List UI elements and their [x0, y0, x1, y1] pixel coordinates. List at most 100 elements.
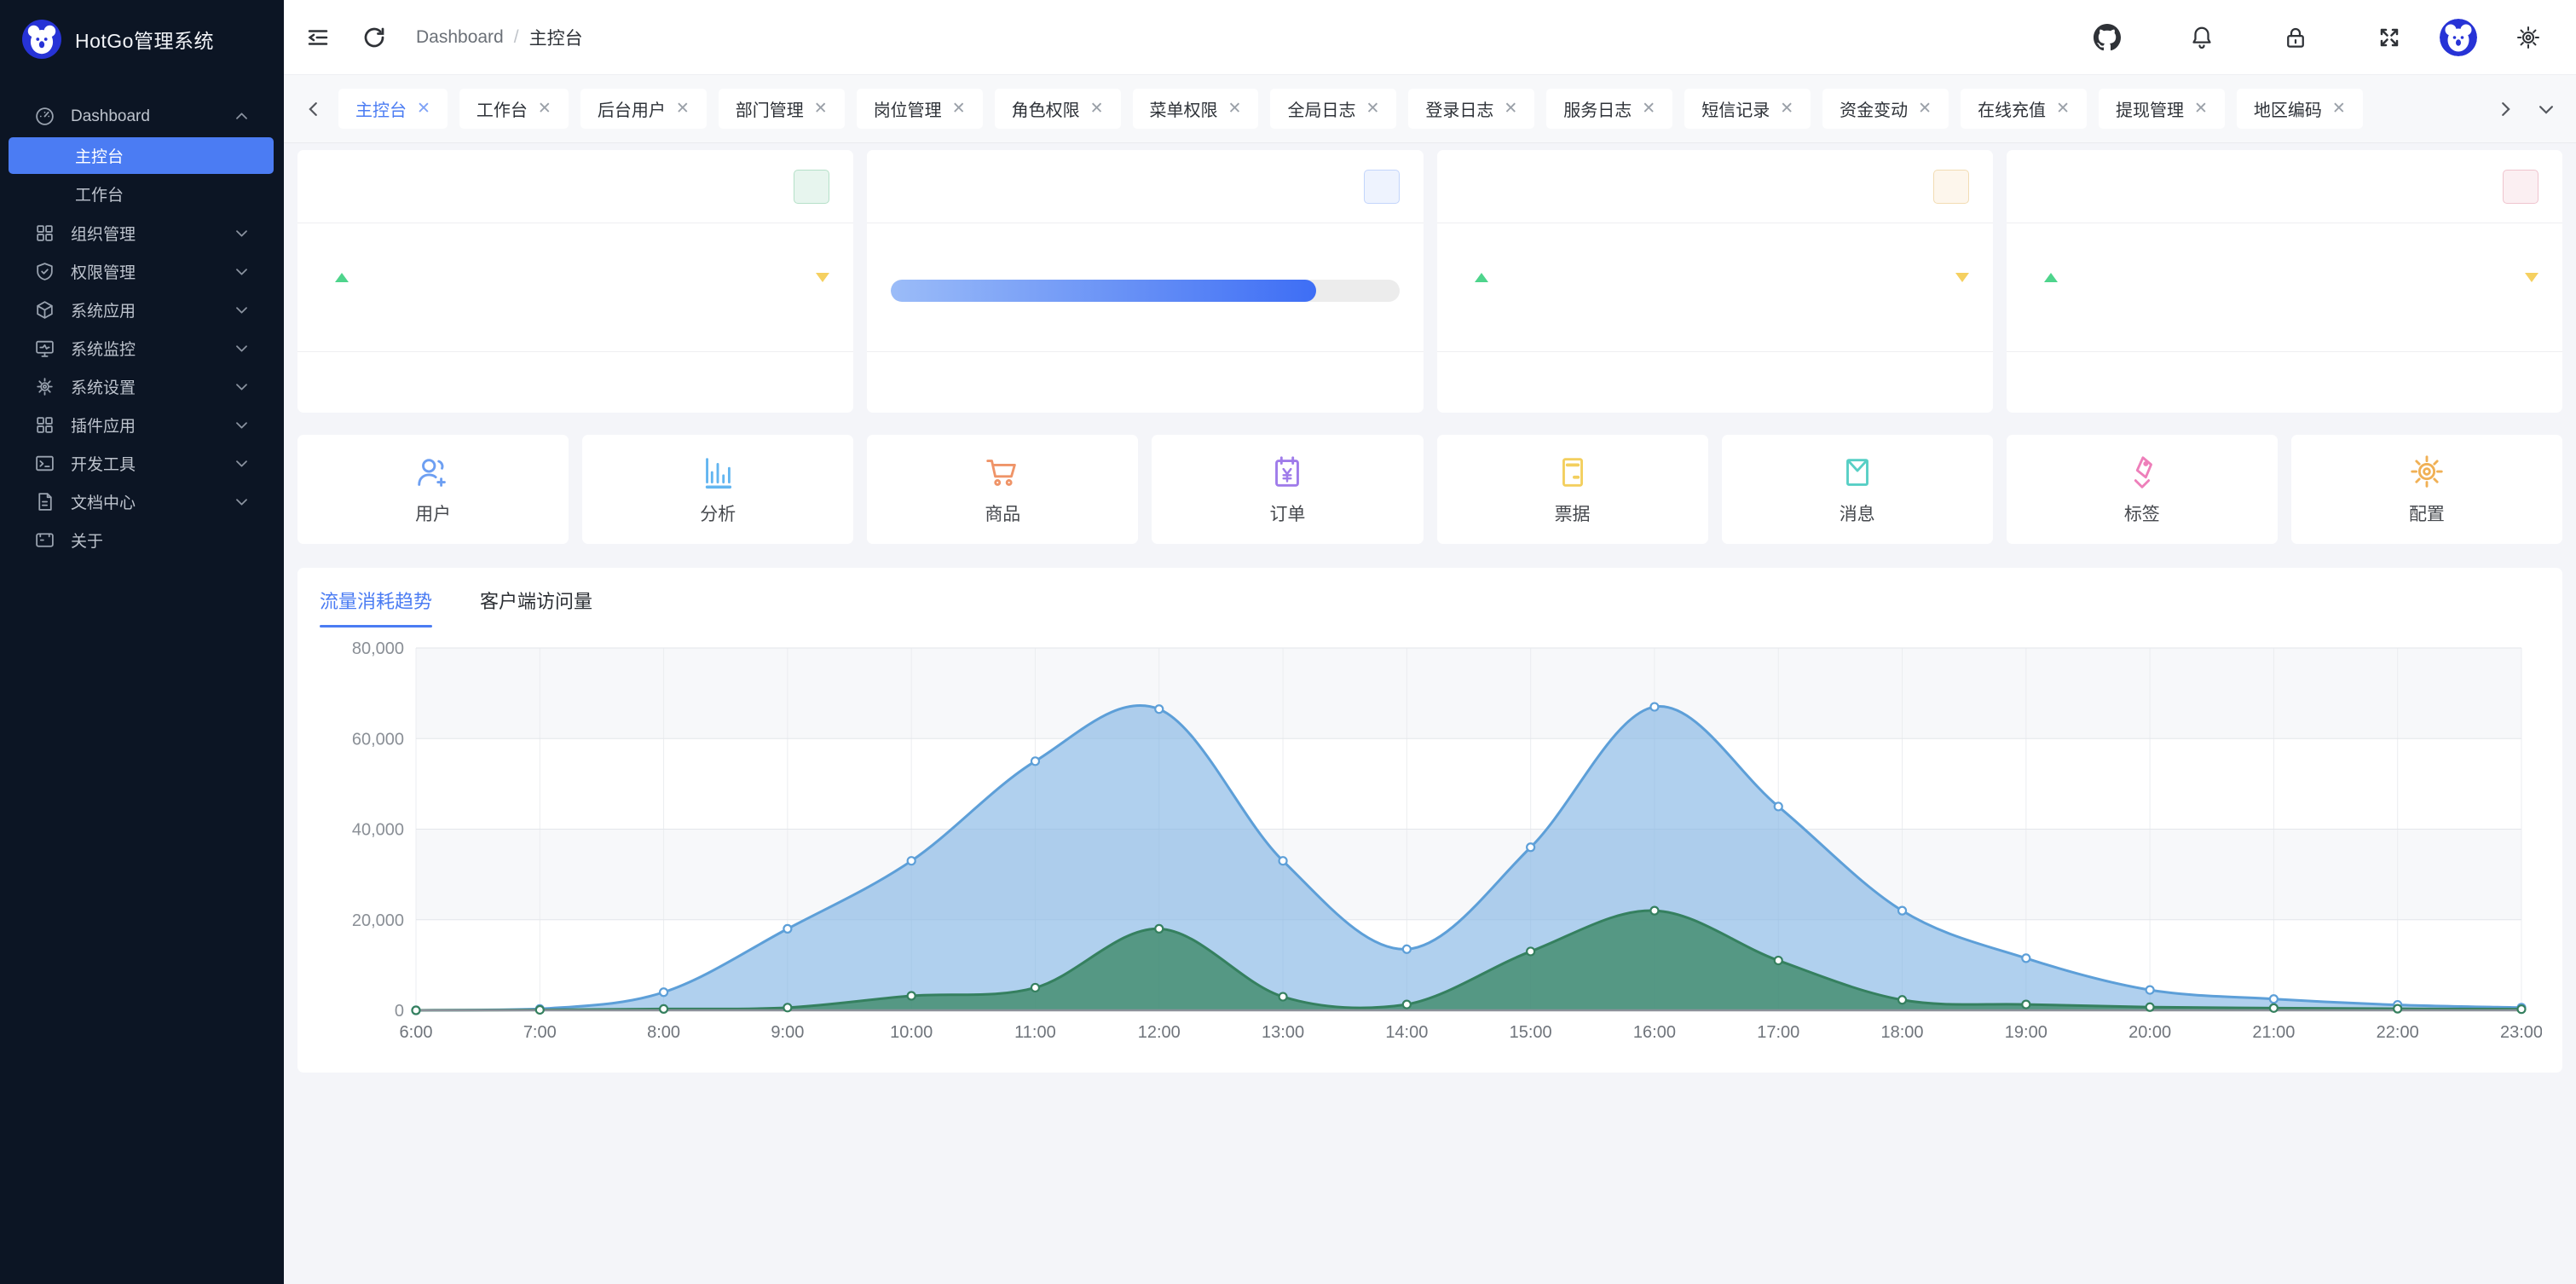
- breadcrumb-root[interactable]: Dashboard: [416, 27, 504, 48]
- logo-row[interactable]: HotGo管理系统: [0, 0, 284, 78]
- tab-全局日志[interactable]: 全局日志✕: [1270, 89, 1396, 129]
- tabs-scroll-right-icon[interactable]: [2496, 100, 2515, 119]
- tab-close-icon[interactable]: ✕: [538, 99, 552, 119]
- trend-down-icon: [1955, 273, 1969, 282]
- tab-close-icon[interactable]: ✕: [2056, 99, 2070, 119]
- stat-metrics: [321, 273, 829, 282]
- dashboard-icon: [34, 106, 56, 128]
- sidebar-item-系统应用[interactable]: 系统应用: [0, 291, 284, 329]
- tab-提现管理[interactable]: 提现管理✕: [2099, 89, 2225, 129]
- svg-text:16:00: 16:00: [1633, 1023, 1676, 1042]
- tab-close-icon[interactable]: ✕: [1642, 99, 1655, 119]
- sidebar-item-系统监控[interactable]: 系统监控: [0, 329, 284, 367]
- quick-action-label: 票据: [1555, 500, 1591, 526]
- sidebar-item-系统设置[interactable]: 系统设置: [0, 367, 284, 406]
- trend-up-icon: [335, 273, 349, 282]
- quick-action-票据[interactable]: 票据: [1437, 435, 1708, 544]
- quick-action-消息[interactable]: 消息: [1722, 435, 1993, 544]
- tab-close-icon[interactable]: ✕: [417, 99, 430, 119]
- tab-后台用户[interactable]: 后台用户✕: [580, 89, 707, 129]
- chevron-up-icon: [234, 108, 250, 124]
- tab-close-icon[interactable]: ✕: [1228, 99, 1242, 119]
- cube-icon: [34, 299, 56, 321]
- progress-fill: [891, 280, 1316, 302]
- quick-action-用户[interactable]: 用户: [297, 435, 569, 544]
- tab-close-icon[interactable]: ✕: [1366, 99, 1379, 119]
- tab-close-icon[interactable]: ✕: [2332, 99, 2346, 119]
- tab-部门管理[interactable]: 部门管理✕: [719, 89, 845, 129]
- fullscreen-icon[interactable]: [2377, 25, 2402, 50]
- svg-text:21:00: 21:00: [2252, 1023, 2295, 1042]
- tab-close-icon[interactable]: ✕: [1504, 99, 1517, 119]
- quick-action-商品[interactable]: 商品: [867, 435, 1138, 544]
- quick-action-label: 分析: [700, 500, 736, 526]
- quick-action-label: 订单: [1269, 500, 1305, 526]
- tab-角色权限[interactable]: 角色权限 ✕: [995, 89, 1121, 129]
- sidebar-item-文档中心[interactable]: 文档中心: [0, 483, 284, 521]
- sidebar-item-权限管理[interactable]: 权限管理: [0, 252, 284, 291]
- stat-card-body: [867, 223, 1423, 351]
- breadcrumb-current[interactable]: 主控台: [529, 25, 583, 50]
- sidebar-subitem-工作台[interactable]: 工作台: [9, 176, 274, 212]
- tabs-scroll-left-icon[interactable]: [304, 100, 323, 119]
- tab-close-icon[interactable]: ✕: [952, 99, 966, 119]
- quick-action-订单[interactable]: 订单: [1152, 435, 1423, 544]
- svg-text:6:00: 6:00: [400, 1023, 433, 1042]
- sidebar-item-开发工具[interactable]: 开发工具: [0, 444, 284, 483]
- sidebar-item-Dashboard[interactable]: Dashboard: [0, 97, 284, 136]
- chevron-down-icon: [234, 494, 250, 510]
- stat-card-footer: [1437, 351, 1993, 413]
- stat-card-提现佣金: [2007, 150, 2562, 413]
- tab-服务日志[interactable]: 服务日志✕: [1546, 89, 1672, 129]
- tab-label: 工作台: [477, 96, 528, 121]
- tab-岗位管理[interactable]: 岗位管理✕: [857, 89, 983, 129]
- tab-close-icon[interactable]: ✕: [1918, 99, 1932, 119]
- period-badge: [1364, 170, 1400, 204]
- user-avatar[interactable]: [2440, 19, 2477, 56]
- tab-在线充值[interactable]: 在线充值✕: [1961, 89, 2087, 129]
- tab-资金变动[interactable]: 资金变动✕: [1822, 89, 1949, 129]
- sidebar-item-组织管理[interactable]: 组织管理: [0, 214, 284, 252]
- tab-工作台[interactable]: 工作台 ✕: [459, 89, 569, 129]
- settings-gear-icon[interactable]: [2515, 24, 2542, 51]
- tab-close-icon[interactable]: ✕: [1090, 99, 1104, 119]
- tab-菜单权限[interactable]: 菜单权限✕: [1133, 89, 1259, 129]
- chevron-down-icon: [234, 340, 250, 356]
- tab-close-icon[interactable]: ✕: [676, 99, 690, 119]
- svg-text:12:00: 12:00: [1138, 1023, 1181, 1042]
- chart-tab-客户端访问量[interactable]: 客户端访问量: [480, 587, 592, 628]
- tab-主控台[interactable]: 主控台✕: [338, 89, 448, 129]
- sidebar-item-插件应用[interactable]: 插件应用: [0, 406, 284, 444]
- tab-登录日志[interactable]: 登录日志✕: [1408, 89, 1534, 129]
- quick-action-标签[interactable]: 标签: [2007, 435, 2278, 544]
- tab-label: 角色权限: [1012, 96, 1080, 121]
- collapse-sidebar-icon[interactable]: [305, 25, 331, 50]
- trend-up-icon: [2044, 273, 2058, 282]
- quick-action-配置[interactable]: 配置: [2291, 435, 2562, 544]
- chart-tab-流量消耗趋势[interactable]: 流量消耗趋势: [320, 587, 432, 628]
- sidebar: HotGo管理系统 Dashboard主控台工作台组织管理权限管理系统应用系统监…: [0, 0, 284, 1284]
- tab-地区编码[interactable]: 地区编码✕: [2237, 89, 2363, 129]
- trend-down-icon: [816, 273, 829, 282]
- stat-card-header: [1437, 150, 1993, 223]
- sidebar-subitem-主控台[interactable]: 主控台: [9, 137, 274, 174]
- notifications-bell-icon[interactable]: [2189, 25, 2215, 50]
- refresh-icon[interactable]: [361, 25, 387, 50]
- quick-action-label: 配置: [2409, 500, 2445, 526]
- quick-action-label: 商品: [985, 500, 1020, 526]
- tab-短信记录[interactable]: 短信记录✕: [1684, 89, 1811, 129]
- invoice-icon: [1553, 453, 1592, 492]
- topbar: Dashboard / 主控台: [284, 0, 2576, 75]
- tab-close-icon[interactable]: ✕: [814, 99, 828, 119]
- svg-text:19:00: 19:00: [2005, 1023, 2048, 1042]
- github-icon[interactable]: [2094, 24, 2121, 51]
- tab-close-icon[interactable]: ✕: [2194, 99, 2208, 119]
- quick-action-分析[interactable]: 分析: [582, 435, 853, 544]
- sidebar-item-关于[interactable]: 关于: [0, 521, 284, 559]
- tab-close-icon[interactable]: ✕: [1780, 99, 1793, 119]
- tabs-menu-chevron-down-icon[interactable]: [2537, 100, 2556, 119]
- chevron-down-icon: [234, 263, 250, 280]
- main-column: Dashboard / 主控台: [284, 0, 2576, 1284]
- lock-screen-icon[interactable]: [2283, 25, 2308, 50]
- stat-card-代理商: [1437, 150, 1993, 413]
